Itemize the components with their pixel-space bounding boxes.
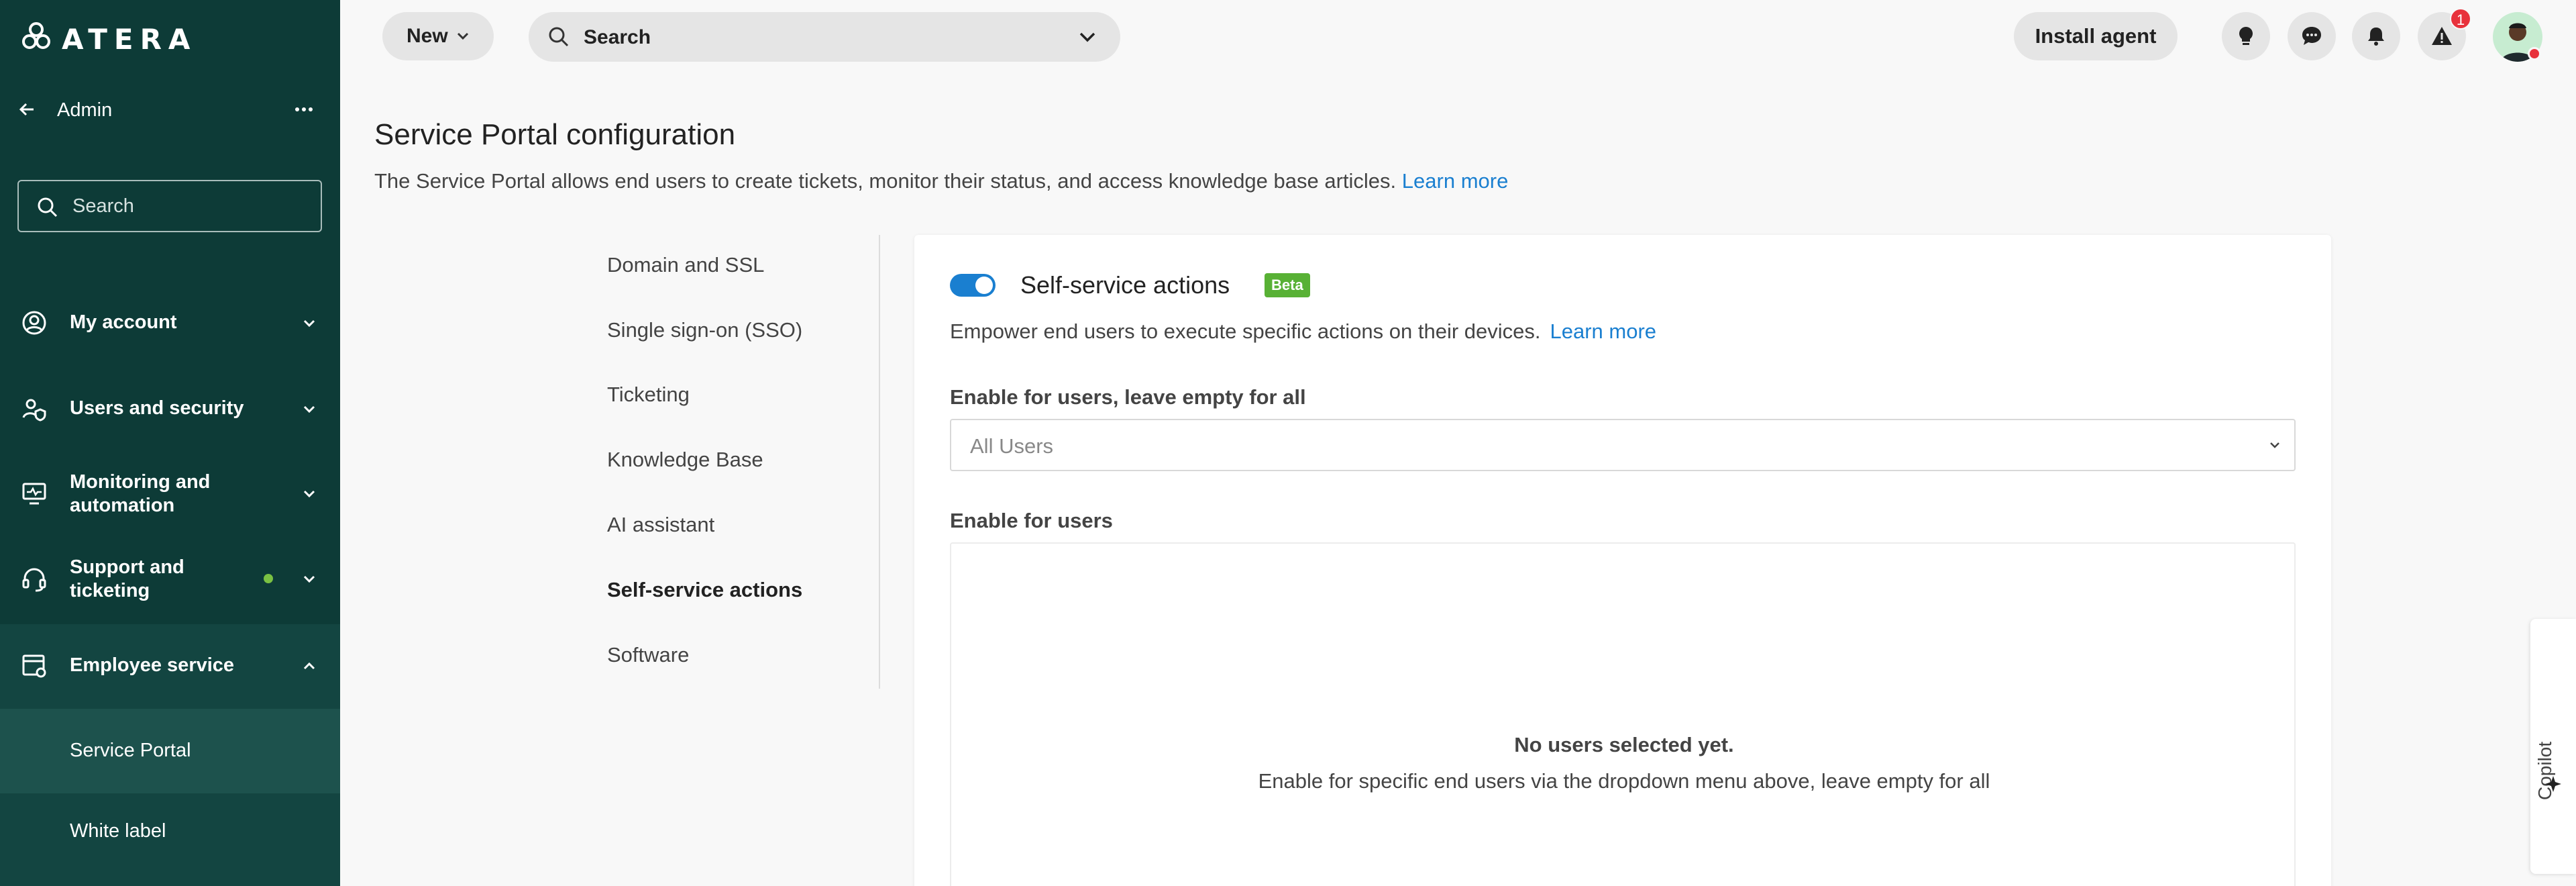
brand-name: ATERA	[62, 23, 197, 56]
menu-item-software[interactable]: Software	[607, 643, 689, 667]
sparkle-icon	[2545, 776, 2561, 792]
enabled-users-label: Enable for users	[950, 509, 1113, 532]
card-learn-more-link[interactable]: Learn more	[1550, 319, 1657, 343]
page-learn-more-link[interactable]: Learn more	[1402, 169, 1509, 193]
headset-icon	[22, 568, 46, 592]
users-select[interactable]: All Users	[950, 419, 2296, 471]
sidebar-item-my-account[interactable]: My account	[0, 283, 340, 363]
page-description: The Service Portal allows end users to c…	[374, 169, 1508, 193]
toggle-knob	[975, 277, 993, 294]
beta-badge: Beta	[1265, 273, 1310, 297]
chat-icon	[2302, 27, 2321, 45]
chevron-down-icon	[303, 575, 315, 583]
chevron-down-icon	[457, 32, 469, 40]
sidebar-search-input[interactable]: Search	[17, 180, 322, 232]
admin-title: Admin	[57, 99, 113, 121]
card-description-text: Empower end users to execute specific ac…	[950, 319, 1541, 343]
sidebar-item-label: Support and ticketing	[70, 556, 184, 601]
new-button[interactable]: New	[382, 12, 494, 60]
chevron-up-icon	[303, 662, 315, 670]
sidebar-search-placeholder: Search	[72, 195, 134, 217]
menu-item-domain-ssl[interactable]: Domain and SSL	[607, 253, 764, 277]
sidebar-item-support[interactable]: Support and ticketing	[0, 538, 340, 619]
enabled-users-list: No users selected yet. Enable for specif…	[950, 542, 2296, 886]
chevron-down-icon	[303, 490, 315, 498]
global-search-input[interactable]: Search	[529, 12, 1120, 62]
sidebar-subitem-label: White label	[70, 820, 166, 842]
self-service-toggle[interactable]	[950, 274, 996, 297]
sidebar-item-employee-service[interactable]: Employee service	[0, 624, 340, 709]
page-title: Service Portal configuration	[374, 118, 736, 151]
enable-users-label: Enable for users, leave empty for all	[950, 385, 1306, 409]
search-icon	[549, 27, 569, 47]
menu-item-knowledge-base[interactable]: Knowledge Base	[607, 448, 763, 472]
bell-icon	[2368, 28, 2384, 46]
alert-count-badge: 1	[2450, 8, 2471, 30]
more-horizontal-icon[interactable]	[292, 99, 315, 120]
menu-item-ticketing[interactable]: Ticketing	[607, 383, 690, 407]
sidebar-item-label: Employee service	[70, 654, 235, 676]
lightbulb-icon	[2239, 27, 2253, 45]
user-circle-icon	[22, 311, 46, 335]
menu-divider	[879, 235, 880, 689]
employee-service-section: Employee service Service Portal White la…	[0, 624, 340, 886]
install-agent-button[interactable]: Install agent	[2014, 12, 2178, 60]
chevron-down-icon	[2270, 442, 2279, 448]
chevron-down-icon	[303, 405, 315, 413]
sidebar-subitem-label: Service Portal	[70, 740, 191, 761]
chat-button[interactable]	[2288, 12, 2336, 60]
page-description-text: The Service Portal allows end users to c…	[374, 169, 1397, 193]
sidebar-item-users-security[interactable]: Users and security	[0, 368, 340, 448]
status-dot	[264, 574, 273, 583]
notifications-button[interactable]	[2352, 12, 2400, 60]
portal-icon	[22, 654, 46, 678]
atera-logo[interactable]: ATERA	[21, 20, 209, 56]
menu-item-self-service-actions[interactable]: Self-service actions	[607, 578, 802, 602]
empty-state-title: No users selected yet.	[1514, 733, 1734, 756]
card-title: Self-service actions	[1020, 271, 1230, 299]
sidebar-item-label: Users and security	[70, 397, 244, 419]
global-search-placeholder: Search	[584, 26, 651, 48]
arrow-left-icon[interactable]	[16, 99, 38, 120]
sidebar-item-label: Monitoring and automation	[70, 471, 211, 516]
sidebar: ATERA Admin Search My account Users and …	[0, 0, 340, 886]
chevron-down-icon	[303, 319, 315, 328]
sidebar-subitem-white-label[interactable]: White label	[0, 793, 340, 878]
sidebar-item-label: My account	[70, 311, 177, 333]
monitor-pulse-icon	[22, 483, 46, 505]
menu-item-sso[interactable]: Single sign-on (SSO)	[607, 318, 802, 342]
card-description: Empower end users to execute specific ac…	[950, 319, 1656, 344]
tips-button[interactable]	[2222, 12, 2270, 60]
chevron-down-icon[interactable]	[1077, 30, 1097, 46]
sidebar-item-monitoring[interactable]: Monitoring and automation	[0, 453, 340, 534]
new-button-label: New	[407, 25, 448, 47]
menu-item-ai-assistant[interactable]: AI assistant	[607, 513, 714, 537]
sidebar-subitem-service-portal[interactable]: Service Portal	[0, 709, 340, 793]
avatar-status-dot	[2528, 47, 2541, 60]
search-icon	[38, 197, 58, 217]
admin-header: Admin	[0, 89, 340, 129]
copilot-tab[interactable]: Copilot	[2530, 619, 2576, 874]
users-shield-icon	[22, 399, 46, 422]
empty-state-description: Enable for specific end users via the dr…	[1258, 769, 1990, 793]
alert-icon	[2432, 27, 2452, 45]
users-select-value: All Users	[970, 434, 1054, 458]
